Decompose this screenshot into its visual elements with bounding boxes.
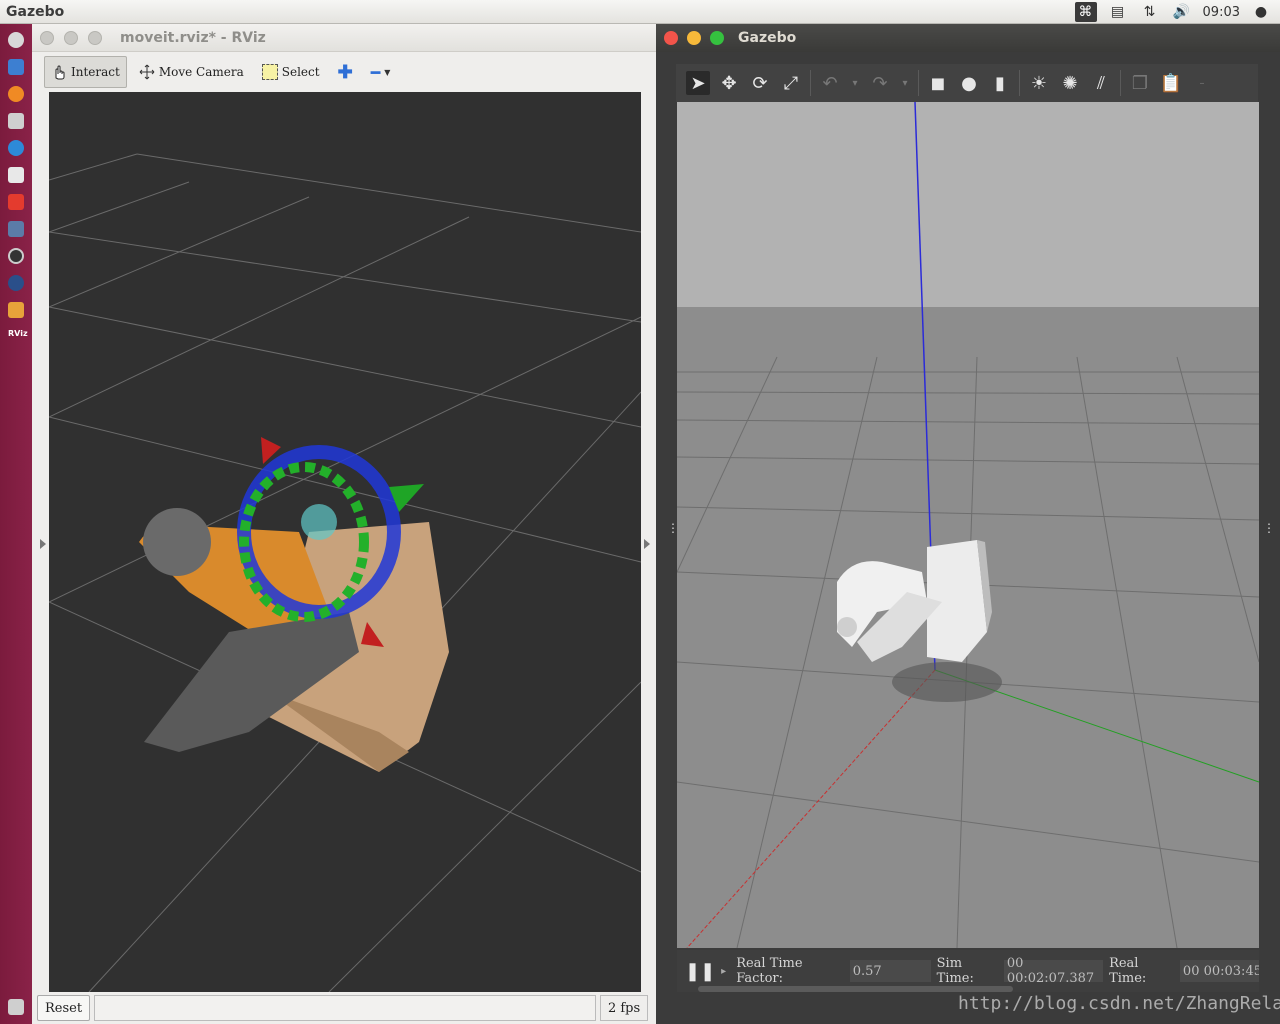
real-time-label: Real Time: [1109,956,1147,986]
toolbar-separator [810,70,811,96]
select-tool[interactable]: Select [256,56,326,88]
compass-icon[interactable] [8,248,24,264]
remote-desktop-icon[interactable] [8,221,24,237]
add-tool-button[interactable]: ✚ [332,56,359,88]
status-message-field [94,995,597,1021]
toolbar-separator [918,70,919,96]
network-monitor-icon[interactable]: ▤ [1107,2,1129,22]
rviz-scene [49,153,641,992]
firefox-icon[interactable] [8,86,24,102]
close-button[interactable] [40,30,54,45]
volume-icon[interactable]: 🔊 [1171,2,1193,22]
toolbar-separator [1120,70,1121,96]
point-light-icon[interactable]: ☀ [1027,71,1051,95]
remove-tool-button[interactable]: ━ ▼ [365,56,397,88]
translate-mode-icon[interactable]: ✥ [717,71,741,95]
undo-icon[interactable]: ↶ [818,71,842,95]
chevron-down-icon: ▼ [384,67,391,77]
select-mode-icon[interactable]: ➤ [686,71,710,95]
directional-light-icon[interactable]: ⫽ [1089,71,1113,95]
toolbar-separator [1019,70,1020,96]
rviz-status-bar: Reset 2 fps [32,992,656,1024]
gazebo-title: Gazebo [738,30,797,46]
move-camera-tool[interactable]: Move Camera [133,56,250,88]
real-time-value: 00 00:03:45.05 [1179,960,1259,982]
status-bar-scrollbar[interactable] [698,986,1013,992]
robot-model[interactable] [139,504,449,772]
select-label: Select [281,65,320,79]
settings-icon[interactable] [8,167,24,183]
plus-icon: ✚ [337,61,353,83]
watermark: http://blog.csdn.net/ZhangRelay [958,993,1280,1014]
expand-left-panel-icon[interactable] [40,539,46,549]
gazebo-scene [677,102,1259,948]
dash-icon[interactable] [8,32,24,48]
interact-label: Interact [71,65,120,79]
gazebo-titlebar: Gazebo [656,24,1280,52]
real-time-factor-value: 0.57 [849,960,931,982]
maximize-button[interactable] [710,31,724,45]
minimize-button[interactable] [64,30,78,45]
gazebo-3d-viewport[interactable] [677,102,1259,948]
fps-display: 2 fps [600,995,649,1021]
gazebo-icon[interactable] [8,302,24,318]
maximize-button[interactable] [88,30,102,45]
redo-icon[interactable]: ↷ [868,71,892,95]
minus-icon: ━ [370,62,381,82]
gazebo-toolbar: ➤ ✥ ⟳ ⤢ ↶ ▾ ↷ ▾ ◼ ● ▮ ☀ ✺ ⫽ ❐ 📋 – [676,64,1258,102]
top-panel: Gazebo ⌘ ▤ ⇅ 🔊 09:03 ● [0,0,1280,24]
rviz-titlebar: moveit.rviz* - RViz [32,24,656,52]
copy-icon[interactable]: ❐ [1128,71,1152,95]
globe-icon[interactable] [8,275,24,291]
close-button[interactable] [664,31,678,45]
step-icon[interactable]: ▸ [721,966,726,977]
pause-icon[interactable]: ❚❚ [685,961,715,982]
paste-icon[interactable]: 📋 [1159,71,1183,95]
expand-right-panel-icon[interactable] [644,539,650,549]
redo-history-icon[interactable]: ▾ [899,71,911,95]
active-app-name: Gazebo [6,3,65,20]
minimize-button[interactable] [687,31,701,45]
files-icon[interactable] [8,59,24,75]
app-store-icon[interactable] [8,140,24,156]
interact-tool[interactable]: Interact [44,56,127,88]
sky [677,102,1259,307]
real-time-factor-label: Real Time Factor: [736,956,803,986]
move-camera-label: Move Camera [158,65,244,79]
hand-pointer-icon [55,65,65,80]
software-icon[interactable] [8,113,24,129]
camera-move-icon [139,64,155,80]
rotate-mode-icon[interactable]: ⟳ [748,71,772,95]
system-tray: ⌘ ▤ ⇅ 🔊 09:03 ● [1074,0,1280,24]
rviz-title: moveit.rviz* - RViz [120,29,266,46]
rviz-window: moveit.rviz* - RViz Interact Move Camera… [32,24,656,1024]
sim-time-value: 00 00:02:07.387 [1003,956,1104,986]
rviz-3d-viewport[interactable] [49,92,641,992]
rviz-icon[interactable]: RViz [8,329,28,345]
command-icon[interactable]: ⌘ [1074,2,1097,22]
box-shape-icon[interactable]: ◼ [926,71,950,95]
spot-light-icon[interactable]: ✺ [1058,71,1082,95]
right-panel-handle[interactable]: ⋮ [1263,522,1275,534]
toolbar-overflow-icon[interactable]: – [1190,71,1214,95]
gazebo-window: Gazebo ➤ ✥ ⟳ ⤢ ↶ ▾ ↷ ▾ ◼ ● ▮ ☀ ✺ ⫽ ❐ 📋 –… [656,24,1280,1024]
network-transfer-icon[interactable]: ⇅ [1139,2,1161,22]
launcher: RViz [0,24,32,1024]
system-menu-icon[interactable]: ● [1250,2,1272,22]
presentation-icon[interactable] [8,194,24,210]
select-box-icon [261,64,278,80]
undo-history-icon[interactable]: ▾ [849,71,861,95]
clock[interactable]: 09:03 [1203,5,1240,20]
scale-mode-icon[interactable]: ⤢ [779,71,803,95]
cylinder-shape-icon[interactable]: ▮ [988,71,1012,95]
reset-button[interactable]: Reset [37,995,91,1021]
sim-time-label: Sim Time: [936,956,974,986]
sphere-shape-icon[interactable]: ● [957,71,981,95]
trash-icon[interactable] [8,999,24,1015]
rviz-toolbar: Interact Move Camera Select ✚ ━ ▼ [32,52,656,92]
